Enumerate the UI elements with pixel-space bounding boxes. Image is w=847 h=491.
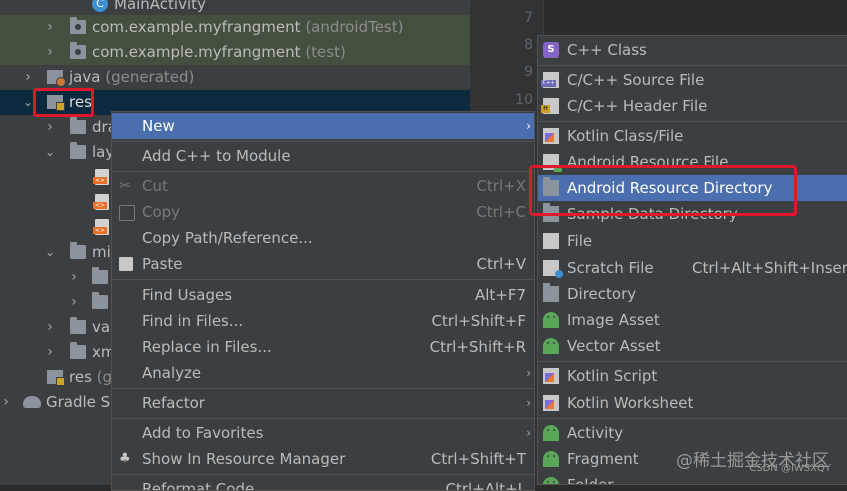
new-submenu: S C++ Class C/C++ Source File C/C++ Head… [537, 35, 847, 485]
menu-item-find-in-files[interactable]: Find in Files... Ctrl+Shift+F [112, 308, 534, 334]
menu-separator [538, 418, 847, 419]
menu-separator [538, 121, 847, 122]
cpp-header-file-icon [541, 98, 559, 114]
menu-separator [538, 65, 847, 66]
file-icon [543, 233, 559, 249]
submenu-item-cpp-class[interactable]: S C++ Class [538, 37, 847, 63]
android-icon [543, 425, 559, 441]
submenu-item-vector-asset[interactable]: Vector Asset [538, 333, 847, 359]
folder-icon [543, 283, 559, 302]
kotlin-class-icon: C [92, 0, 108, 12]
submenu-item-image-asset[interactable]: Image Asset [538, 307, 847, 333]
chevron-right-icon[interactable]: › [22, 65, 34, 90]
folder-icon [92, 292, 108, 309]
menu-item-show-in-resource-manager[interactable]: ♣ Show In Resource Manager Ctrl+Shift+T [112, 446, 534, 472]
menu-item-reformat-code[interactable]: Reformat Code Ctrl+Alt+L [112, 476, 534, 490]
chevron-right-icon[interactable]: › [68, 265, 80, 290]
submenu-item-activity[interactable]: Activity [538, 420, 847, 446]
submenu-arrow-icon: › [526, 426, 531, 440]
menu-separator [112, 388, 534, 389]
gradle-icon [23, 396, 41, 408]
submenu-arrow-icon: › [526, 366, 531, 380]
cpp-source-file-icon [541, 72, 559, 88]
android-icon [543, 451, 559, 467]
submenu-arrow-icon: › [526, 396, 531, 410]
menu-item-find-usages[interactable]: Find Usages Alt+F7 [112, 282, 534, 308]
menu-separator [112, 474, 534, 475]
package-icon [70, 17, 86, 34]
folder-icon [70, 317, 86, 334]
android-icon [543, 312, 559, 328]
line-number: 7 [524, 10, 533, 26]
menu-item-refactor[interactable]: Refactor › [112, 390, 534, 416]
scratch-file-icon [543, 260, 563, 278]
menu-item-replace-in-files[interactable]: Replace in Files... Ctrl+Shift+R [112, 334, 534, 360]
tree-item-android-test-package[interactable]: › com.example.myfrangment (androidTest) [0, 15, 470, 40]
chevron-right-icon[interactable]: › [44, 315, 56, 340]
menu-separator [112, 279, 534, 280]
submenu-arrow-icon: › [526, 119, 531, 133]
line-number: 8 [524, 37, 533, 53]
chevron-right-icon[interactable]: › [0, 390, 12, 415]
menu-item-copy-path[interactable]: Copy Path/Reference... [112, 225, 534, 251]
kotlin-class-icon [543, 128, 559, 144]
submenu-item-kotlin-class[interactable]: Kotlin Class/File [538, 123, 847, 149]
submenu-item-kotlin-script[interactable]: Kotlin Script [538, 363, 847, 389]
line-number: 10 [515, 92, 533, 108]
menu-item-cut[interactable]: ✂ Cut Ctrl+X [112, 173, 534, 199]
chevron-right-icon[interactable]: › [44, 40, 56, 65]
chevron-right-icon[interactable]: › [44, 340, 56, 365]
menu-item-add-cpp-to-module[interactable]: Add C++ to Module [112, 143, 534, 169]
submenu-item-kotlin-worksheet[interactable]: Kotlin Worksheet [538, 390, 847, 416]
folder-icon [70, 142, 86, 159]
annotation-box-android-resource-directory [529, 165, 797, 216]
menu-item-paste[interactable]: Paste Ctrl+V [112, 251, 534, 277]
chevron-right-icon[interactable]: › [44, 115, 56, 140]
scissors-icon: ✂ [119, 178, 131, 194]
copy-icon [119, 205, 135, 221]
resource-folder-icon [47, 370, 65, 386]
menu-separator [112, 418, 534, 419]
xml-file-icon [93, 194, 109, 210]
submenu-item-directory[interactable]: Directory [538, 281, 847, 307]
menu-item-copy[interactable]: Copy Ctrl+C [112, 199, 534, 225]
submenu-item-scratch-file[interactable]: Scratch File Ctrl+Alt+Shift+Insert [538, 255, 847, 281]
submenu-item-file[interactable]: File [538, 228, 847, 254]
resource-manager-icon: ♣ [119, 451, 131, 466]
menu-item-analyze[interactable]: Analyze › [112, 360, 534, 386]
submenu-item-cpp-header-file[interactable]: C/C++ Header File [538, 93, 847, 119]
folder-icon [70, 342, 86, 359]
chevron-down-icon[interactable]: ⌄ [44, 140, 56, 165]
folder-icon [70, 242, 86, 259]
xml-file-icon [93, 169, 109, 185]
tree-item-test-package[interactable]: › com.example.myfrangment (test) [0, 40, 470, 65]
generated-java-folder-icon [47, 70, 66, 87]
annotation-box-res [33, 88, 94, 117]
package-icon [70, 42, 86, 59]
menu-separator [538, 361, 847, 362]
android-icon [543, 338, 559, 354]
folder-icon [92, 267, 108, 284]
cpp-class-icon: S [543, 42, 559, 58]
tree-item-java-generated[interactable]: › java (generated) [0, 65, 470, 90]
folder-icon [70, 117, 86, 134]
submenu-item-cpp-source-file[interactable]: C/C++ Source File [538, 67, 847, 93]
context-menu: New › Add C++ to Module ✂ Cut Ctrl+X Cop… [111, 111, 535, 491]
chevron-right-icon[interactable]: › [68, 290, 80, 315]
paste-icon [119, 257, 133, 271]
menu-item-add-to-favorites[interactable]: Add to Favorites › [112, 420, 534, 446]
kotlin-worksheet-icon [543, 395, 559, 411]
android-icon [543, 477, 559, 484]
xml-file-icon [93, 219, 109, 235]
menu-separator [112, 171, 534, 172]
kotlin-script-icon [543, 368, 559, 384]
chevron-down-icon[interactable]: ⌄ [44, 240, 56, 265]
line-number: 9 [524, 64, 533, 80]
menu-separator [112, 141, 534, 142]
menu-item-new[interactable]: New › [112, 113, 534, 139]
chevron-right-icon[interactable]: › [44, 15, 56, 40]
watermark-text: CSDN @IWSXQY [749, 463, 831, 474]
